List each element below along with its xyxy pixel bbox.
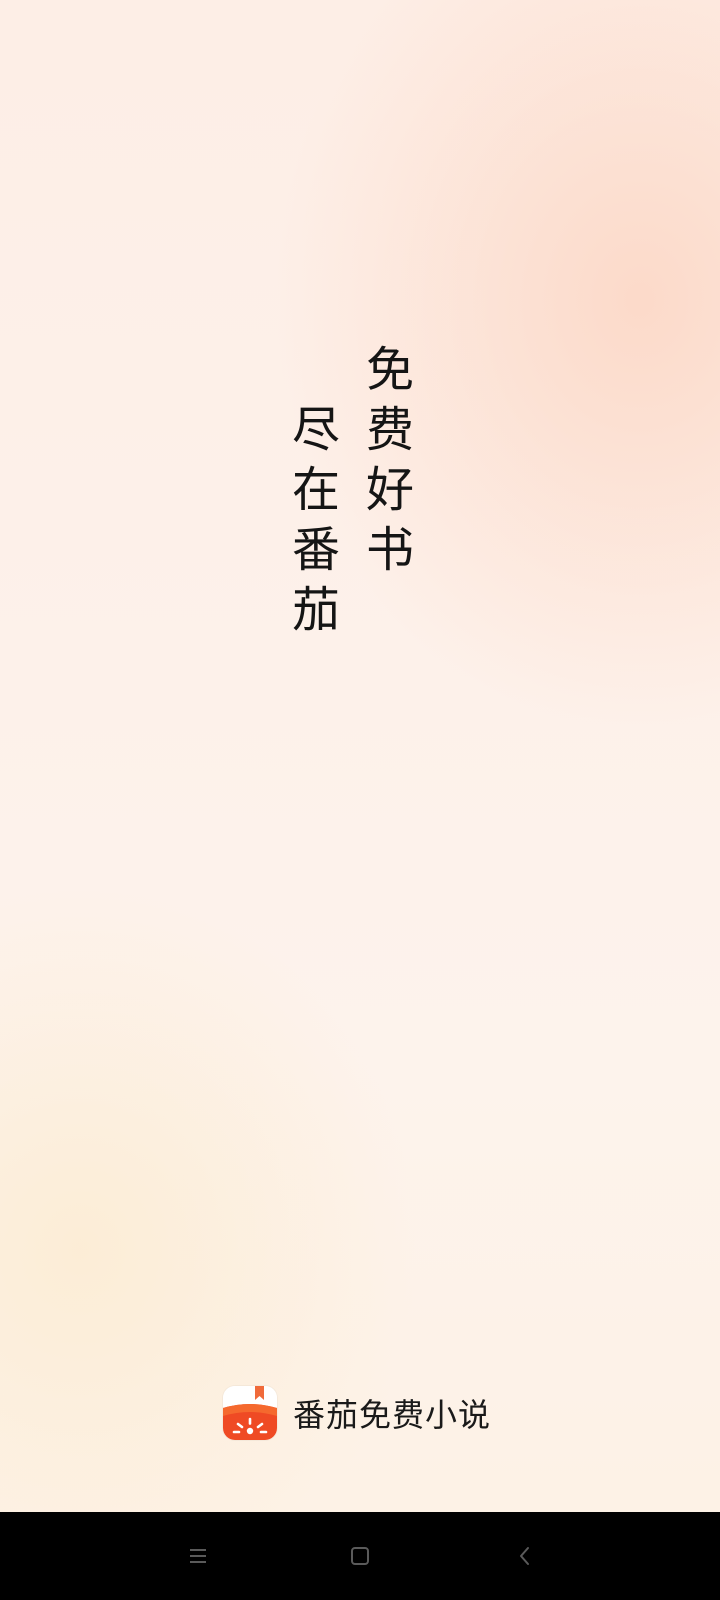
- app-name: 番茄免费小说: [293, 1396, 492, 1434]
- slogan-char: 好: [366, 462, 415, 518]
- menu-button[interactable]: [178, 1536, 218, 1576]
- slogan-char: 番: [292, 522, 341, 578]
- menu-icon: [190, 1549, 206, 1563]
- slogan-char: 费: [366, 402, 415, 458]
- chevron-left-icon: [520, 1547, 529, 1565]
- splash-background: 免 费 好 书 尽 在 番 茄 番茄免费小说: [0, 0, 720, 1512]
- slogan-column-left: 尽 在 番 茄: [292, 400, 340, 640]
- slogan: 免 费 好 书 尽 在 番 茄: [0, 340, 720, 660]
- slogan-char: 尽: [292, 402, 341, 458]
- splash-screen: 免 费 好 书 尽 在 番 茄 番茄免费小说: [0, 0, 720, 1600]
- slogan-char: 茄: [292, 582, 341, 638]
- home-button[interactable]: [340, 1536, 380, 1576]
- system-navigation-bar: [0, 1512, 720, 1600]
- slogan-char: 在: [292, 462, 341, 518]
- square-icon: [351, 1547, 369, 1565]
- slogan-column-right: 免 费 好 书: [366, 340, 414, 580]
- brand-lockup: 番茄免费小说: [223, 1386, 491, 1440]
- tomato-app-icon: [223, 1386, 277, 1440]
- slogan-char: 书: [366, 522, 415, 578]
- back-button[interactable]: [505, 1536, 545, 1576]
- slogan-char: 免: [366, 342, 415, 398]
